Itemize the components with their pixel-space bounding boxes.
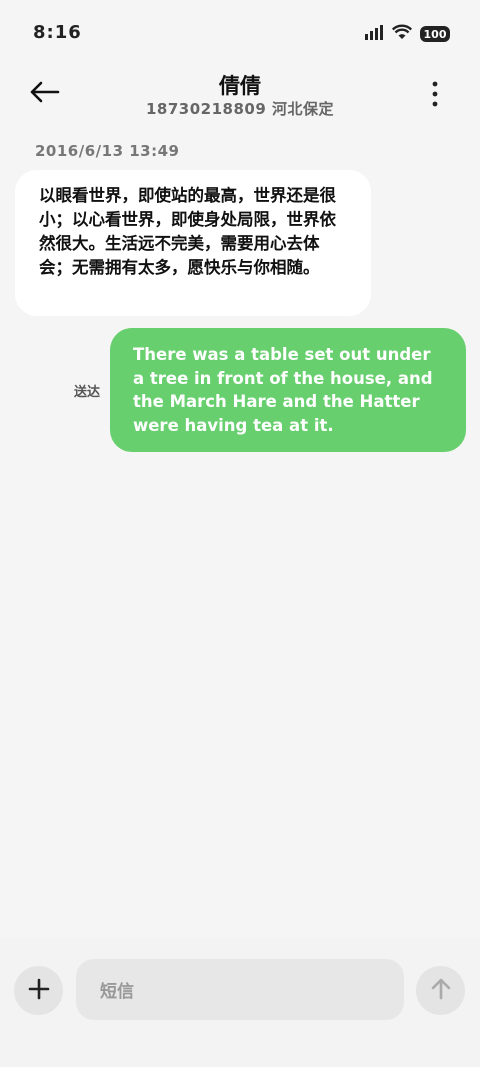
more-options-button[interactable] <box>430 80 440 108</box>
plus-icon <box>28 978 50 1004</box>
delivery-status: 送达 <box>74 385 101 400</box>
signal-icon <box>364 24 384 44</box>
incoming-message-text: 以眼看世界，即使站的最高，世界还是很小；以心看世界，即使身处局限，世界依然很大。… <box>39 186 336 277</box>
status-icons: 100 <box>364 24 450 44</box>
more-vert-icon <box>430 81 440 112</box>
outgoing-message-text: There was a table set out under a tree i… <box>133 345 433 435</box>
message-timestamp: 2016/6/13 13:49 <box>35 142 180 160</box>
battery-icon: 100 <box>420 26 450 42</box>
status-bar: 8:16 100 <box>0 0 480 66</box>
contact-phone-location: 18730218809 河北保定 <box>145 100 335 118</box>
status-time: 8:16 <box>33 22 82 43</box>
wifi-icon <box>391 24 413 44</box>
send-arrow-icon <box>430 978 452 1004</box>
incoming-message-bubble[interactable]: 以眼看世界，即使站的最高，世界还是很小；以心看世界，即使身处局限，世界依然很大。… <box>15 170 371 316</box>
header: 倩倩 18730218809 河北保定 <box>0 66 480 130</box>
add-attachment-button[interactable] <box>14 966 63 1015</box>
outgoing-message-bubble[interactable]: There was a table set out under a tree i… <box>110 328 466 452</box>
message-input[interactable]: 短信 <box>76 959 404 1020</box>
message-input-placeholder: 短信 <box>100 982 134 1002</box>
contact-name: 倩倩 <box>219 74 261 98</box>
send-button[interactable] <box>416 966 465 1015</box>
